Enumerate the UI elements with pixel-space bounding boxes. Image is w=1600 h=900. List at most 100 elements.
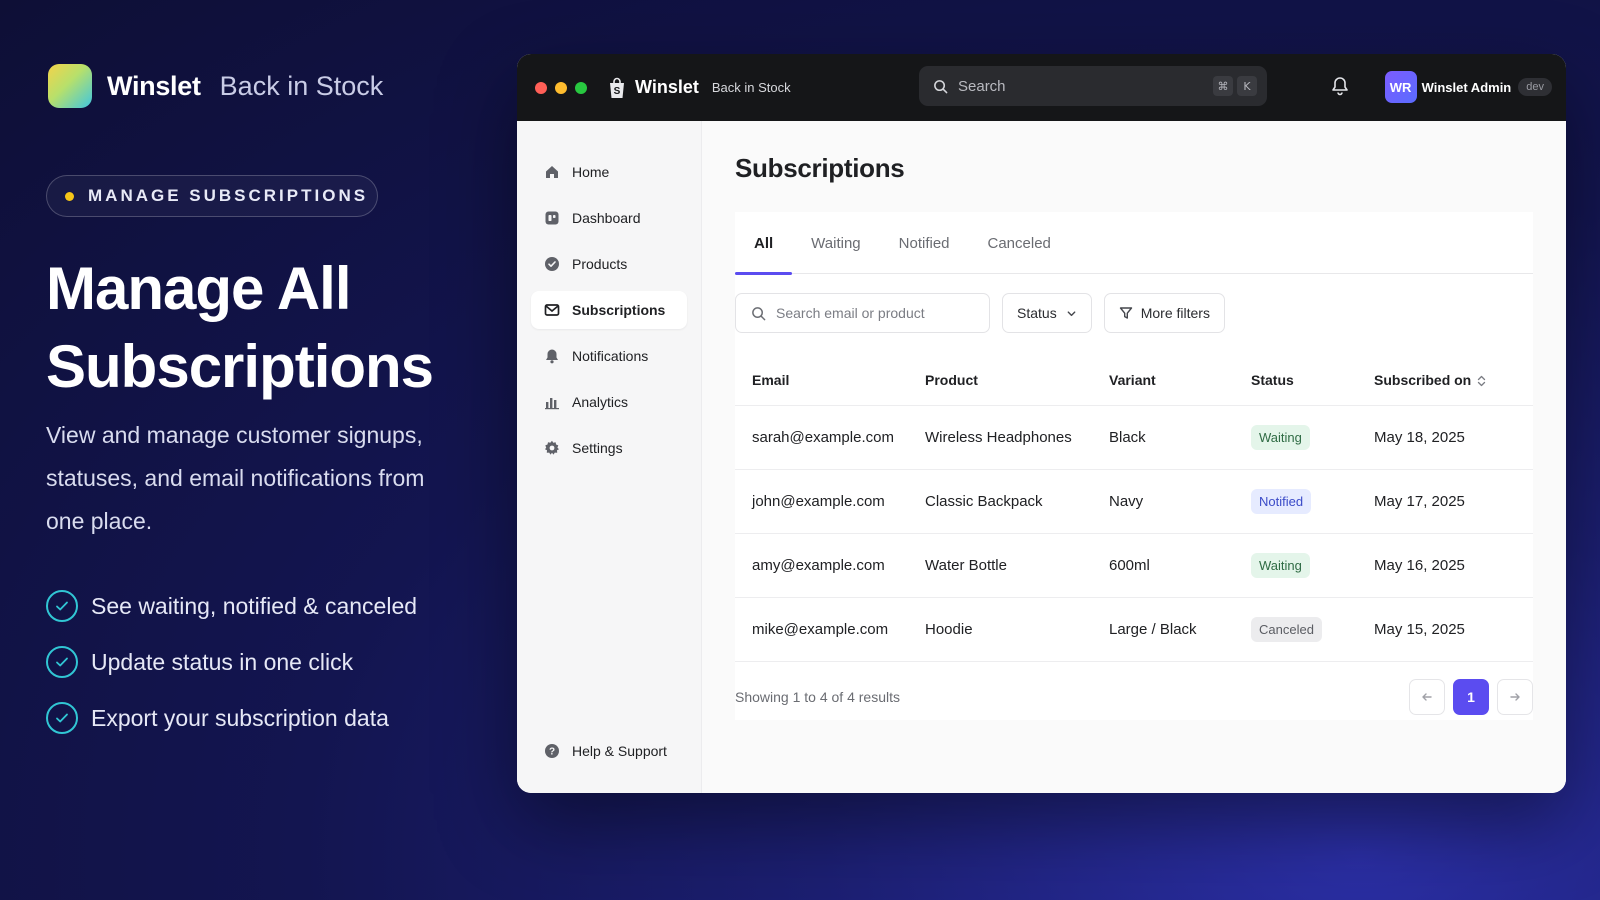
cell-date: May 15, 2025 (1374, 596, 1533, 661)
gear-icon (543, 439, 561, 457)
minimize-window-button[interactable] (555, 81, 567, 94)
table-row[interactable]: mike@example.com Hoodie Large / Black Ca… (735, 596, 1533, 661)
app-window: S Winslet Back in Stock Search ⌘ K WR Wi… (517, 54, 1566, 793)
tag-icon (543, 255, 561, 273)
help-label: Help & Support (572, 743, 667, 759)
cell-date: May 18, 2025 (1374, 404, 1533, 469)
brand-name: Winslet (107, 70, 201, 101)
column-variant[interactable]: Variant (1109, 355, 1251, 405)
sidebar-item-label: Home (572, 164, 610, 180)
sidebar-item-label: Settings (572, 440, 623, 456)
search-icon (752, 306, 766, 320)
home-icon (543, 163, 561, 181)
notifications-bell-icon[interactable] (1331, 76, 1349, 96)
column-subscribed-on-label: Subscribed on (1374, 371, 1472, 388)
subscriptions-table: Email Product Variant Status Subscribed … (735, 355, 1533, 661)
filter-bar: Status More filters (735, 293, 1533, 333)
cell-product: Water Bottle (925, 532, 1109, 597)
sidebar-item-analytics[interactable]: Analytics (531, 383, 687, 421)
cell-variant: Large / Black (1109, 596, 1251, 661)
maximize-window-button[interactable] (575, 81, 587, 94)
page-title: Subscriptions (735, 153, 905, 183)
more-filters-button[interactable]: More filters (1103, 293, 1225, 333)
shopping-bag-icon: S (610, 77, 624, 98)
sidebar-item-dashboard[interactable]: Dashboard (531, 199, 687, 237)
section-pill: MANAGE SUBSCRIPTIONS (46, 175, 378, 217)
check-icon (46, 646, 78, 678)
hero-headline: Manage All Subscriptions (46, 250, 486, 406)
table-row[interactable]: john@example.com Classic Backpack Navy N… (735, 468, 1533, 533)
feature-item: Export your subscription data (46, 690, 417, 746)
cell-status: Waiting (1251, 532, 1374, 597)
status-filter-label: Status (1017, 305, 1057, 321)
mail-icon (543, 301, 561, 319)
env-badge: dev (1518, 78, 1552, 96)
check-icon (46, 590, 78, 622)
pill-dot-icon (65, 191, 74, 201)
sidebar-item-help[interactable]: ? Help & Support (531, 732, 687, 770)
user-name: Winslet Admin (1421, 79, 1512, 95)
column-subscribed-on[interactable]: Subscribed on (1374, 355, 1533, 405)
pill-label: MANAGE SUBSCRIPTIONS (88, 186, 369, 205)
cell-email: amy@example.com (735, 532, 925, 597)
brand-header: Winslet Back in Stock (48, 64, 383, 108)
tab-canceled[interactable]: Canceled (969, 212, 1070, 274)
results-summary: Showing 1 to 4 of 4 results (735, 688, 900, 705)
table-footer: Showing 1 to 4 of 4 results 1 (735, 661, 1533, 731)
cell-variant: Black (1109, 404, 1251, 469)
feature-item: See waiting, notified & canceled (46, 578, 417, 634)
dashboard-icon (543, 209, 561, 227)
svg-text:?: ? (549, 747, 555, 758)
cell-email: john@example.com (735, 468, 925, 533)
tab-waiting[interactable]: Waiting (792, 212, 879, 274)
tab-all[interactable]: All (735, 212, 793, 275)
cell-email: mike@example.com (735, 596, 925, 661)
shortcut-hint: ⌘ K (1209, 76, 1257, 96)
status-filter-dropdown[interactable]: Status (1002, 293, 1092, 333)
help-support-link[interactable]: ? Help & Support (531, 732, 687, 770)
cell-date: May 17, 2025 (1374, 468, 1533, 533)
table-row[interactable]: sarah@example.com Wireless Headphones Bl… (735, 404, 1533, 469)
status-badge[interactable]: Waiting (1251, 424, 1310, 450)
sidebar-item-settings[interactable]: Settings (531, 429, 687, 467)
sidebar-item-products[interactable]: Products (531, 245, 687, 283)
status-badge[interactable]: Canceled (1251, 616, 1322, 642)
sidebar-item-label: Analytics (572, 394, 629, 410)
sidebar-nav: Home Dashboard Products Subscriptions No… (517, 153, 701, 467)
column-product[interactable]: Product (925, 355, 1109, 405)
hero-lead: View and manage customer signups, status… (46, 422, 425, 534)
titlebar-app-name: Winslet (635, 77, 699, 97)
headline-line-1: Manage All (46, 255, 352, 322)
table-row[interactable]: amy@example.com Water Bottle 600ml Waiti… (735, 532, 1533, 597)
subscriptions-card: All Waiting Notified Canceled Status Mor… (735, 212, 1533, 720)
next-page-button[interactable] (1497, 679, 1533, 715)
pagination: 1 (1401, 679, 1533, 715)
feature-item: Update status in one click (46, 634, 417, 690)
arrow-right-icon (1510, 693, 1520, 701)
cell-product: Wireless Headphones (925, 404, 1109, 469)
close-window-button[interactable] (535, 81, 547, 94)
feature-text: See waiting, notified & canceled (91, 592, 418, 619)
page-1-button[interactable]: 1 (1453, 679, 1489, 715)
sidebar-item-home[interactable]: Home (531, 153, 687, 191)
column-status[interactable]: Status (1251, 355, 1374, 405)
sort-icon[interactable] (1477, 375, 1486, 387)
search-field[interactable] (735, 293, 990, 333)
sidebar-item-label: Products (572, 256, 628, 272)
prev-page-button[interactable] (1409, 679, 1445, 715)
sidebar-item-label: Dashboard (572, 210, 641, 226)
status-badge[interactable]: Waiting (1251, 552, 1310, 578)
cmd-key: ⌘ (1213, 76, 1233, 96)
sidebar-item-subscriptions[interactable]: Subscriptions (531, 291, 687, 329)
bell-icon (543, 347, 561, 365)
user-menu[interactable]: WR Winslet Admin dev (1384, 71, 1552, 103)
feature-text: Update status in one click (91, 648, 354, 675)
sidebar-item-notifications[interactable]: Notifications (531, 337, 687, 375)
feature-list: See waiting, notified & canceled Update … (46, 578, 417, 746)
search-input[interactable] (776, 305, 966, 321)
status-badge[interactable]: Notified (1251, 488, 1312, 514)
column-email[interactable]: Email (735, 355, 925, 405)
title-bar: S Winslet Back in Stock Search ⌘ K WR Wi… (517, 54, 1566, 121)
tab-notified[interactable]: Notified (880, 212, 969, 274)
global-search[interactable]: Search ⌘ K (919, 66, 1267, 106)
